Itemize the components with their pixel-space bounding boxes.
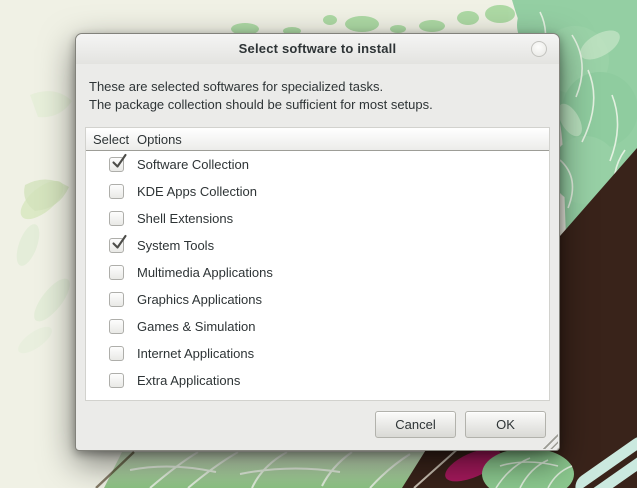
dialog-titlebar[interactable]: Select software to install xyxy=(76,34,559,64)
description-line-2: The package collection should be suffici… xyxy=(89,96,433,112)
checkbox-cell xyxy=(86,319,137,334)
checkbox[interactable] xyxy=(109,373,124,388)
check-icon xyxy=(112,153,127,168)
checkbox-cell xyxy=(86,265,137,280)
checkbox-cell xyxy=(86,292,137,307)
checkbox[interactable] xyxy=(109,211,124,226)
table-row[interactable]: System Tools xyxy=(86,232,549,259)
dialog-title: Select software to install xyxy=(238,41,397,56)
ok-button[interactable]: OK xyxy=(465,411,546,438)
description-line-1: These are selected softwares for special… xyxy=(89,79,384,94)
checkbox[interactable] xyxy=(109,319,124,334)
row-label: Shell Extensions xyxy=(137,211,234,226)
checkbox[interactable] xyxy=(109,346,124,361)
checkbox-cell xyxy=(86,373,137,388)
table-row[interactable]: Games & Simulation xyxy=(86,313,549,340)
checkbox[interactable] xyxy=(109,153,127,172)
close-icon[interactable] xyxy=(531,41,547,57)
table-row[interactable]: Shell Extensions xyxy=(86,205,549,232)
row-label: KDE Apps Collection xyxy=(137,184,257,199)
desktop: Select software to install These are sel… xyxy=(0,0,637,488)
row-label: Multimedia Applications xyxy=(137,265,273,280)
column-header-options[interactable]: Options xyxy=(137,132,549,147)
cancel-button[interactable]: Cancel xyxy=(375,411,456,438)
row-label: Games & Simulation xyxy=(137,319,256,334)
row-label: Software Collection xyxy=(137,157,249,172)
row-label: Extra Applications xyxy=(137,373,241,388)
checkbox[interactable] xyxy=(109,292,124,307)
checkbox-cell xyxy=(86,153,137,172)
table-row[interactable]: KDE Apps Collection xyxy=(86,178,549,205)
table-row[interactable]: Extra Applications xyxy=(86,367,549,394)
row-label: Graphics Applications xyxy=(137,292,263,307)
checkbox-cell xyxy=(86,211,137,226)
checkbox-cell xyxy=(86,184,137,199)
checkbox-cell xyxy=(86,346,137,361)
table-row[interactable]: Multimedia Applications xyxy=(86,259,549,286)
dialog-action-area: Cancel OK xyxy=(375,411,546,438)
dialog-window: Select software to install These are sel… xyxy=(75,33,560,451)
table-row[interactable]: Graphics Applications xyxy=(86,286,549,313)
row-label: Internet Applications xyxy=(137,346,255,361)
dialog-description: These are selected softwares for special… xyxy=(89,78,433,113)
row-label: System Tools xyxy=(137,238,215,253)
checkbox[interactable] xyxy=(109,234,127,253)
table-header: Select Options xyxy=(86,128,549,151)
table-row[interactable]: Software Collection xyxy=(86,151,549,178)
software-table: Select Options Software Collection KDE Ap… xyxy=(85,127,550,401)
checkbox[interactable] xyxy=(109,265,124,280)
table-row[interactable]: Internet Applications xyxy=(86,340,549,367)
table-body: Software Collection KDE Apps Collection Sh… xyxy=(86,151,549,400)
checkbox[interactable] xyxy=(109,184,124,199)
column-header-select[interactable]: Select xyxy=(86,132,137,147)
checkbox-cell xyxy=(86,234,137,253)
check-icon xyxy=(112,234,127,249)
